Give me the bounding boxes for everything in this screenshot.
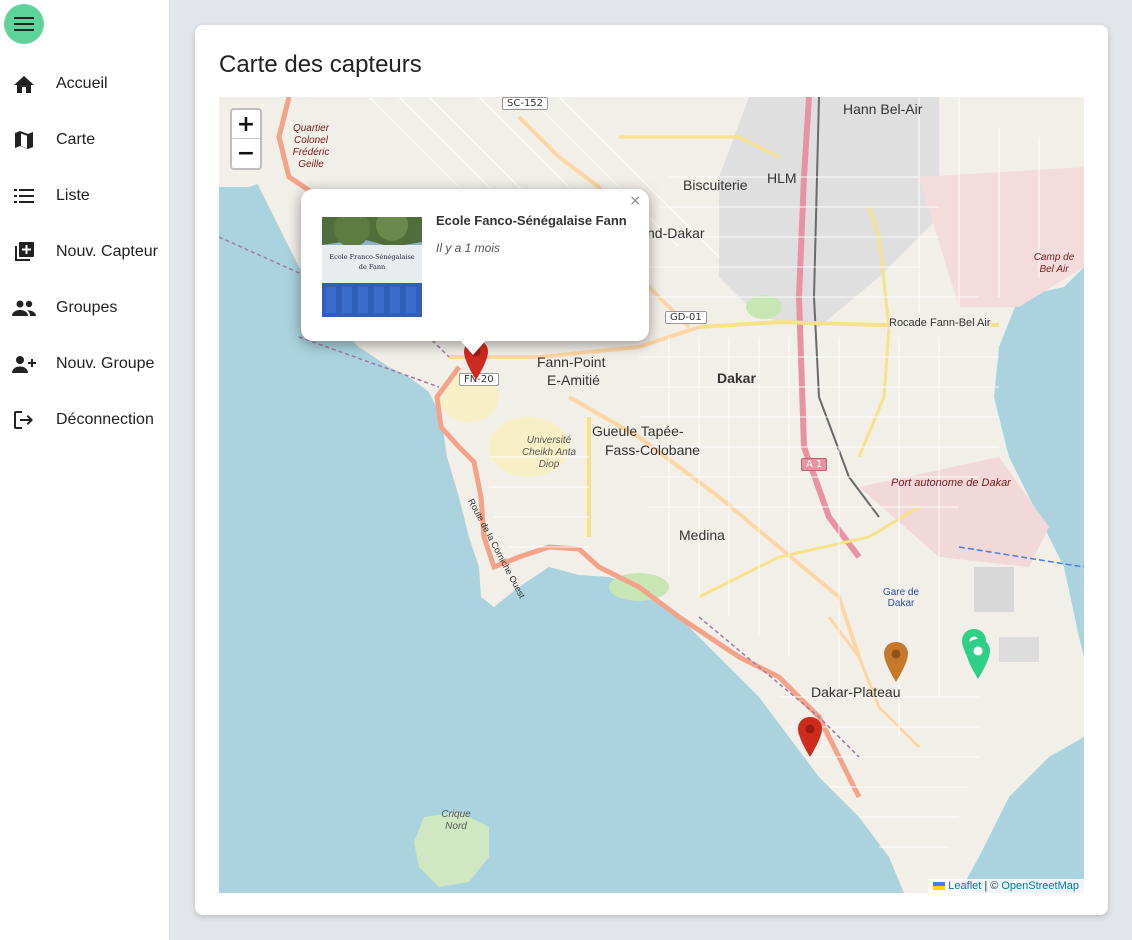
popup-time: Il y a 1 mois <box>436 241 501 255</box>
home-icon <box>12 72 36 96</box>
attribution-separator: | © <box>984 880 999 892</box>
add-box-icon <box>12 240 36 264</box>
map-icon <box>12 128 36 152</box>
logout-icon <box>12 408 36 432</box>
sidebar-nav: Accueil Carte Liste Nouv. Capteur Groupe… <box>0 56 170 448</box>
map-label-fass-colobane: Fass-Colobane <box>605 442 700 458</box>
sidebar-item-label: Liste <box>56 187 90 204</box>
svg-text:Ecole Franco-Sénégalaise: Ecole Franco-Sénégalaise <box>329 253 414 261</box>
map-label-fann-point: Fann-Point <box>537 354 606 370</box>
map-view[interactable]: Fann-Point E-Amitié Dakar Gueule Tapée- … <box>219 97 1084 893</box>
map-label-hann-bel-air: Hann Bel-Air <box>843 101 923 117</box>
hamburger-icon <box>14 17 34 31</box>
sidebar: Accueil Carte Liste Nouv. Capteur Groupe… <box>0 0 170 940</box>
sensor-popup: × Ecole Franco-Sénégalaise de Fann Ecole… <box>301 189 649 355</box>
road-tag-gd01: GD-01 <box>665 311 707 324</box>
zoom-out-button[interactable]: − <box>232 139 260 168</box>
map-label-quartier: Quartier Colonel Frédéric Geille <box>292 123 330 170</box>
road-tag-a1: A 1 <box>801 458 828 471</box>
sidebar-item-nouv-groupe[interactable]: Nouv. Groupe <box>0 336 170 392</box>
map-label-camp: Camp de Bel Air <box>1033 252 1075 275</box>
list-icon <box>12 184 36 208</box>
road-tag-sc152: SC-152 <box>502 97 549 110</box>
sidebar-item-carte[interactable]: Carte <box>0 112 170 168</box>
page-title: Carte des capteurs <box>219 51 422 78</box>
osm-link[interactable]: OpenStreetMap <box>1001 880 1079 892</box>
sidebar-item-label: Nouv. Groupe <box>56 355 155 372</box>
group-icon <box>12 296 36 320</box>
svg-text:de Fann: de Fann <box>359 263 385 271</box>
map-label-hlm: HLM <box>767 170 797 186</box>
sidebar-item-label: Groupes <box>56 299 118 316</box>
sidebar-item-deconnection[interactable]: Déconnection <box>0 392 170 448</box>
group-add-icon <box>12 352 36 376</box>
map-label-dakar-plateau: Dakar-Plateau <box>811 684 901 700</box>
map-label-e-amitie: E-Amitié <box>547 372 600 388</box>
sidebar-item-groupes[interactable]: Groupes <box>0 280 170 336</box>
marker-orange[interactable] <box>883 642 909 682</box>
map-label-dakar: Dakar <box>717 370 756 386</box>
map-label-crique: Crique Nord <box>441 809 471 832</box>
sidebar-item-accueil[interactable]: Accueil <box>0 56 170 112</box>
marker-plateau-red[interactable] <box>797 717 823 757</box>
sidebar-item-label: Carte <box>56 131 96 148</box>
sidebar-item-nouv-capteur[interactable]: Nouv. Capteur <box>0 224 170 280</box>
leaflet-link[interactable]: Leaflet <box>948 880 981 892</box>
map-label-gare: Gare de Dakar <box>882 587 920 609</box>
map-card: Carte des capteurs Fann-Point E-Amitié D… <box>195 25 1108 915</box>
sidebar-item-label: Nouv. Capteur <box>56 243 158 260</box>
map-attribution: Leaflet | © OpenStreetMap <box>928 879 1084 893</box>
sensor-photo: Ecole Franco-Sénégalaise de Fann <box>322 217 422 317</box>
zoom-in-button[interactable]: + <box>232 110 260 139</box>
marker-green-2[interactable] <box>965 639 991 679</box>
map-label-port: Port autonome de Dakar <box>891 477 1011 489</box>
sidebar-item-label: Accueil <box>56 75 108 92</box>
sidebar-item-label: Déconnection <box>56 411 154 428</box>
map-label-grand-dakar: nd-Dakar <box>647 225 705 241</box>
map-label-gueule-tapee: Gueule Tapée- <box>592 423 684 439</box>
sidebar-item-liste[interactable]: Liste <box>0 168 170 224</box>
map-label-biscuiterie: Biscuiterie <box>683 177 748 193</box>
popup-title: Ecole Fanco-Sénégalaise Fann <box>436 213 627 228</box>
map-label-medina: Medina <box>679 527 725 543</box>
map-label-rocade: Rocade Fann-Bel Air <box>889 317 991 329</box>
map-label-ucad: Université Cheikh Anta Diop <box>521 435 577 470</box>
zoom-control: + − <box>230 108 262 170</box>
popup-tip <box>459 339 487 355</box>
popup-close-button[interactable]: × <box>629 193 641 209</box>
ukraine-flag-icon <box>933 882 946 890</box>
menu-button[interactable] <box>4 4 44 44</box>
